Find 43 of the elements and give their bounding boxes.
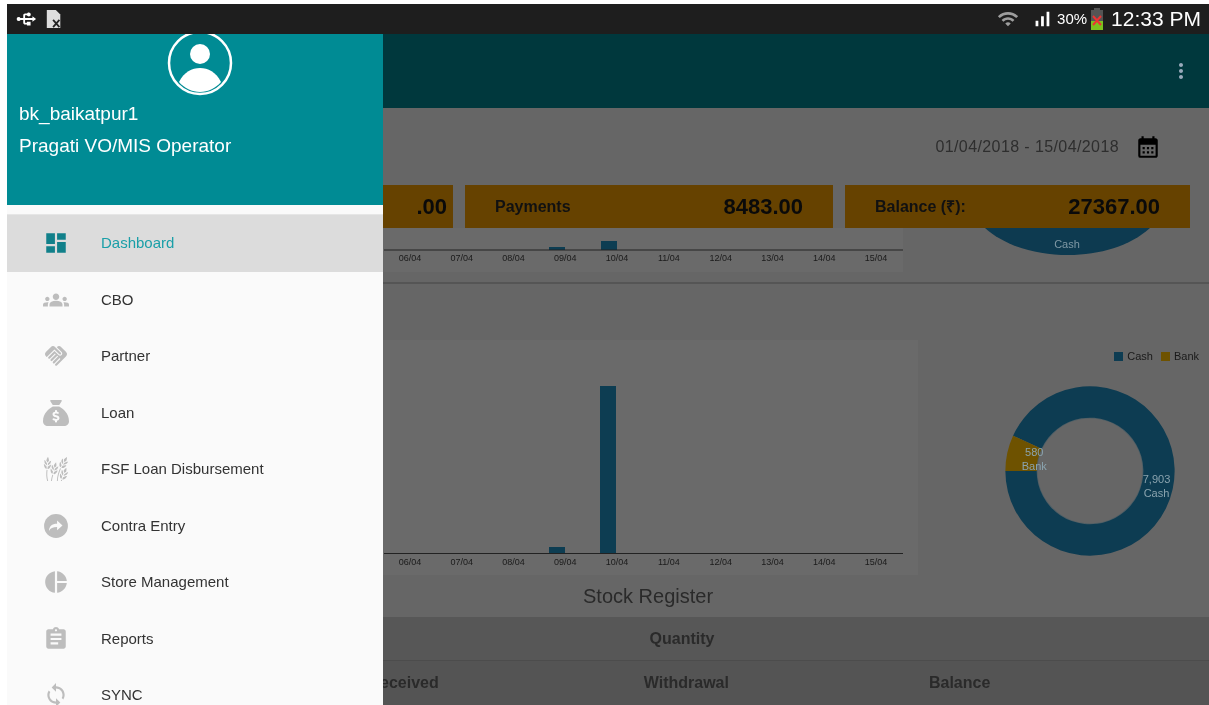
axis-label: 09/04 <box>553 555 578 569</box>
axis-label: 12/04 <box>708 555 733 569</box>
battery-icon <box>1091 8 1104 30</box>
legend-label: Cash <box>1127 349 1153 364</box>
user-role: Pragati VO/MIS Operator <box>19 133 233 158</box>
card-label: Balance (₹): <box>875 196 966 217</box>
battery-percent: 30% <box>1057 8 1088 29</box>
card-value: 27367.00 <box>1068 193 1160 221</box>
clipboard-icon <box>43 625 69 652</box>
axis-label: 14/04 <box>812 252 837 265</box>
axis-label: 11/04 <box>656 555 681 569</box>
axis-label: 08/04 <box>501 252 526 265</box>
calendar-icon[interactable] <box>1135 133 1161 160</box>
axis-label: 11/04 <box>656 252 681 265</box>
axis-label: 13/04 <box>760 555 785 569</box>
slice-category-label: Cash <box>1143 486 1170 499</box>
axis-label: 07/04 <box>449 252 474 265</box>
axis-label: 12/04 <box>708 252 733 265</box>
pie-chart-icon <box>43 569 69 596</box>
axis-label: 07/04 <box>449 555 474 569</box>
avatar-icon <box>167 34 233 96</box>
axis-label: 08/04 <box>501 555 526 569</box>
axis-label: 14/04 <box>812 555 837 569</box>
card-value: 8483.00 <box>723 193 803 221</box>
clock: 12:33 PM <box>1111 6 1201 33</box>
card-label: Payments <box>495 196 571 217</box>
axis-label: 15/04 <box>863 555 889 569</box>
donut-slice-label: Cash <box>1054 238 1080 250</box>
axis-label: 10/04 <box>604 555 630 569</box>
axis-label: 13/04 <box>760 252 785 265</box>
axis-label: 09/04 <box>553 252 578 265</box>
legend-label: Bank <box>1173 349 1199 364</box>
axis-label: 06/04 <box>397 555 423 569</box>
username: bk_baikatpur1 <box>19 102 140 127</box>
slice-value-label: 7,903 <box>1142 472 1171 485</box>
section-title: Stock Register <box>583 584 714 609</box>
no-sim-icon <box>45 9 63 29</box>
axis-label: 15/04 <box>863 252 889 265</box>
money-bag-icon <box>43 399 69 426</box>
axis-label: 06/04 <box>397 252 423 265</box>
wheat-icon <box>43 456 69 483</box>
axis-label: 10/04 <box>604 252 630 265</box>
card-value: .00 <box>416 193 447 221</box>
